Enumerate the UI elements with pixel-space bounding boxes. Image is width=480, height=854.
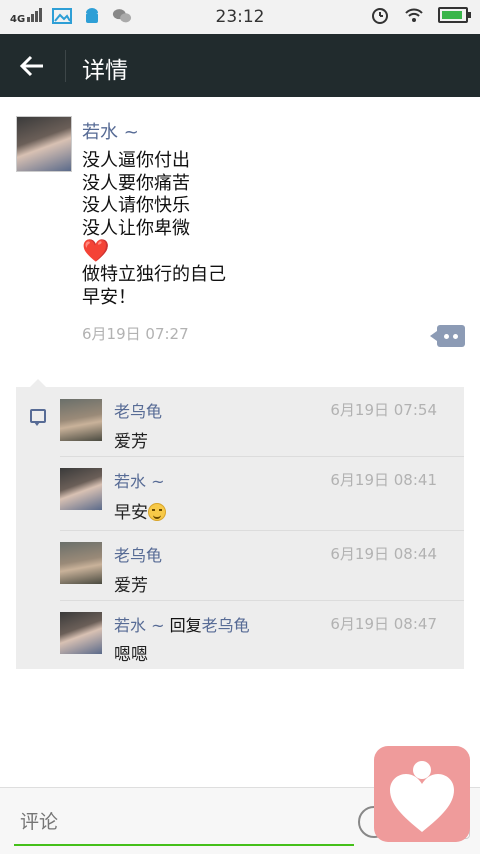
comment-text-wrap: 早安 <box>114 498 166 523</box>
commenter-avatar[interactable] <box>60 468 102 510</box>
heart-emoji: ❤️ <box>82 239 110 264</box>
comment-time: 6月19日 07:54 <box>330 401 437 419</box>
heart-logo-icon <box>390 761 454 832</box>
comment-row[interactable]: 老乌龟 6月19日 07:54 爱芳 <box>16 387 464 457</box>
commenter-name[interactable]: 若水 ~ <box>114 468 165 492</box>
input-underline <box>14 844 354 846</box>
reply-target-name[interactable]: 老乌龟 <box>202 616 250 635</box>
commenter-avatar[interactable] <box>60 612 102 654</box>
comment-time: 6月19日 08:44 <box>330 545 437 563</box>
status-bar: 4G 23:12 <box>0 0 480 34</box>
post-line: 没人让你卑微 <box>82 217 190 239</box>
status-right <box>370 6 471 24</box>
reply-word: 回复 <box>169 616 202 635</box>
post-timestamp: 6月19日 07:27 <box>82 325 189 343</box>
post-author-avatar[interactable] <box>16 116 72 172</box>
battery-icon <box>438 7 471 23</box>
comment-row[interactable]: 若水 ~ 6月19日 08:41 早安 <box>16 457 464 530</box>
comment-text: 爱芳 <box>114 432 148 452</box>
commenter-name[interactable]: 若水 ~ <box>114 616 165 635</box>
post-line: 没人逼你付出 <box>82 150 190 171</box>
comment-input[interactable] <box>18 806 352 838</box>
commenter-avatar[interactable] <box>60 542 102 584</box>
commenter-name-line: 若水 ~ 回复老乌龟 <box>114 612 250 636</box>
post-line: 没人请你快乐 <box>82 195 190 216</box>
comment-time: 6月19日 08:41 <box>330 471 437 489</box>
smile-emoji-icon <box>148 503 166 521</box>
comment-text: 爱芳 <box>114 576 148 596</box>
commenter-name[interactable]: 老乌龟 <box>114 542 162 566</box>
title-bar: 详情 <box>0 34 480 97</box>
comment-text: 嗯嗯 <box>114 645 148 665</box>
post-line: 做特立独行的自己 <box>82 264 226 285</box>
comment-text: 早安 <box>114 503 148 523</box>
comments-section: 老乌龟 6月19日 07:54 爱芳 若水 ~ 6月19日 08:41 早安 老… <box>16 379 464 669</box>
commenter-avatar[interactable] <box>60 399 102 441</box>
comment-row[interactable]: 若水 ~ 回复老乌龟 6月19日 08:47 嗯嗯 <box>16 601 464 669</box>
floating-heart-app-icon[interactable] <box>374 746 470 842</box>
alarm-icon <box>372 8 388 24</box>
back-arrow-icon[interactable] <box>18 52 46 80</box>
comment-time: 6月19日 08:47 <box>330 615 437 633</box>
post-line: 早安！ <box>82 286 136 308</box>
post-author-name[interactable]: 若水 ~ <box>82 118 139 144</box>
comment-row[interactable]: 老乌龟 6月19日 08:44 爱芳 <box>16 531 464 601</box>
post-line: 没人要你痛苦 <box>82 172 190 194</box>
comment-like-menu-button[interactable] <box>430 325 465 347</box>
wifi-icon <box>405 8 423 22</box>
page-title: 详情 <box>82 58 128 84</box>
commenter-name[interactable]: 老乌龟 <box>114 398 162 422</box>
post-content: 没人逼你付出 没人要你痛苦 没人请你快乐 没人让你卑微 ❤️ 做特立独行的自己 … <box>82 150 226 309</box>
title-divider <box>65 50 66 82</box>
